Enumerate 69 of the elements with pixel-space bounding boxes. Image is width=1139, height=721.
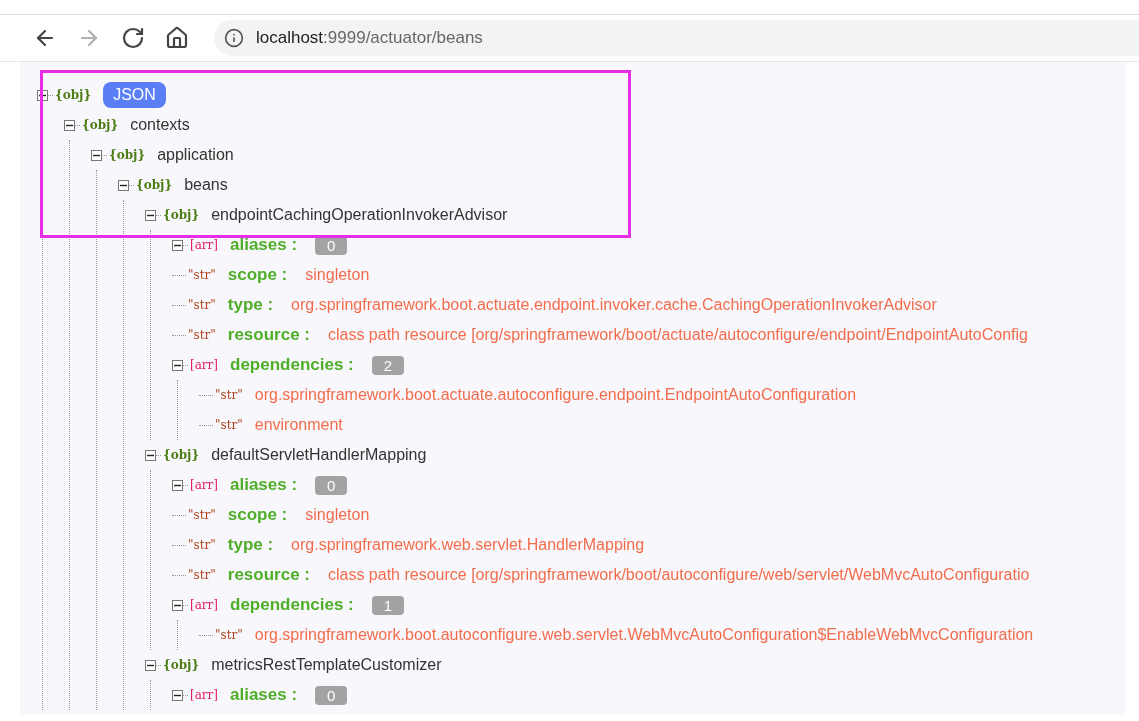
string-value: org.springframework.boot.autoconfigure.web.servlet.WebMvcAutoConfiguration$EnableWebMvcConfiguration [254, 626, 1034, 644]
reload-icon [121, 26, 145, 50]
collapse-toggle[interactable] [91, 149, 102, 161]
field-key: scope : [227, 505, 288, 525]
string-value: class path resource [org/springframework/boot/autoconfigure/web/servlet/WebMvcAutoConfiguratio [327, 566, 1030, 584]
field-key: dependencies : [230, 355, 354, 375]
field-key: aliases : [230, 235, 298, 255]
collapse-toggle[interactable] [172, 479, 183, 491]
type-tag: {obj} [163, 208, 200, 222]
count-badge: 0 [315, 475, 348, 495]
field-key: type : [227, 295, 274, 315]
object-key: endpointCachingOperationInvokerAdvisor [211, 206, 508, 224]
count-badge: 0 [315, 685, 348, 705]
type-tag: "str" [188, 568, 216, 582]
string-value: org.springframework.web.servlet.HandlerMapping [291, 536, 645, 554]
type-tag: "str" [188, 298, 216, 312]
type-tag: [arr] [190, 598, 218, 612]
count-badge: 2 [371, 355, 405, 375]
url-text: localhost:9999/actuator/beans [256, 28, 483, 48]
string-value: singleton [305, 266, 370, 284]
type-tag: "str" [188, 268, 216, 282]
count-badge: 1 [371, 595, 405, 615]
collapse-toggle[interactable] [118, 179, 129, 191]
field-key: aliases : [230, 685, 298, 705]
collapse-toggle[interactable] [172, 359, 183, 371]
type-tag: "str" [188, 328, 216, 342]
type-tag: "str" [215, 418, 243, 432]
field-key: resource : [227, 325, 310, 345]
info-icon [224, 28, 244, 48]
string-value: class path resource [org/springframework/boot/actuate/autoconfigure/endpoint/EndpointAutoConfig [327, 326, 1028, 344]
collapse-toggle[interactable] [145, 449, 156, 461]
string-value: org.springframework.boot.actuate.endpoint.invoker.cache.CachingOperationInvokerAdvisor [291, 296, 937, 314]
collapse-toggle[interactable] [145, 209, 156, 221]
object-key: application [157, 146, 234, 164]
type-tag: [arr] [190, 238, 218, 252]
type-tag: "str" [188, 538, 216, 552]
collapse-toggle[interactable] [172, 599, 183, 611]
collapse-toggle[interactable] [37, 89, 48, 101]
object-key: defaultServletHandlerMapping [211, 446, 427, 464]
field-key: scope : [227, 265, 288, 285]
type-tag: {obj} [109, 148, 146, 162]
type-tag: {obj} [55, 88, 92, 102]
object-key: contexts [130, 116, 190, 134]
field-key: resource : [227, 565, 310, 585]
object-key: metricsRestTemplateCustomizer [211, 656, 442, 674]
field-key: aliases : [230, 475, 298, 495]
type-tag: [arr] [190, 688, 218, 702]
type-tag: {obj} [82, 118, 119, 132]
field-key: type : [227, 535, 274, 555]
type-tag: "str" [215, 388, 243, 402]
root-badge: JSON [103, 82, 166, 108]
type-tag: "str" [188, 508, 216, 522]
collapse-toggle[interactable] [172, 239, 183, 251]
type-tag: [arr] [190, 478, 218, 492]
type-tag: {obj} [136, 178, 173, 192]
field-key: dependencies : [230, 595, 354, 615]
collapse-toggle[interactable] [145, 659, 156, 671]
type-tag: {obj} [163, 658, 200, 672]
type-tag: {obj} [163, 448, 200, 462]
string-value: environment [254, 416, 343, 434]
address-bar[interactable]: localhost:9999/actuator/beans [214, 20, 1139, 56]
string-value: org.springframework.boot.actuate.autoconfigure.endpoint.EndpointAutoConfiguration [254, 386, 857, 404]
collapse-toggle[interactable] [64, 119, 75, 131]
type-tag: "str" [215, 628, 243, 642]
collapse-toggle[interactable] [172, 689, 183, 701]
string-value: singleton [305, 506, 370, 524]
home-icon [165, 26, 189, 50]
type-tag: [arr] [190, 358, 218, 372]
object-key: beans [184, 176, 228, 194]
